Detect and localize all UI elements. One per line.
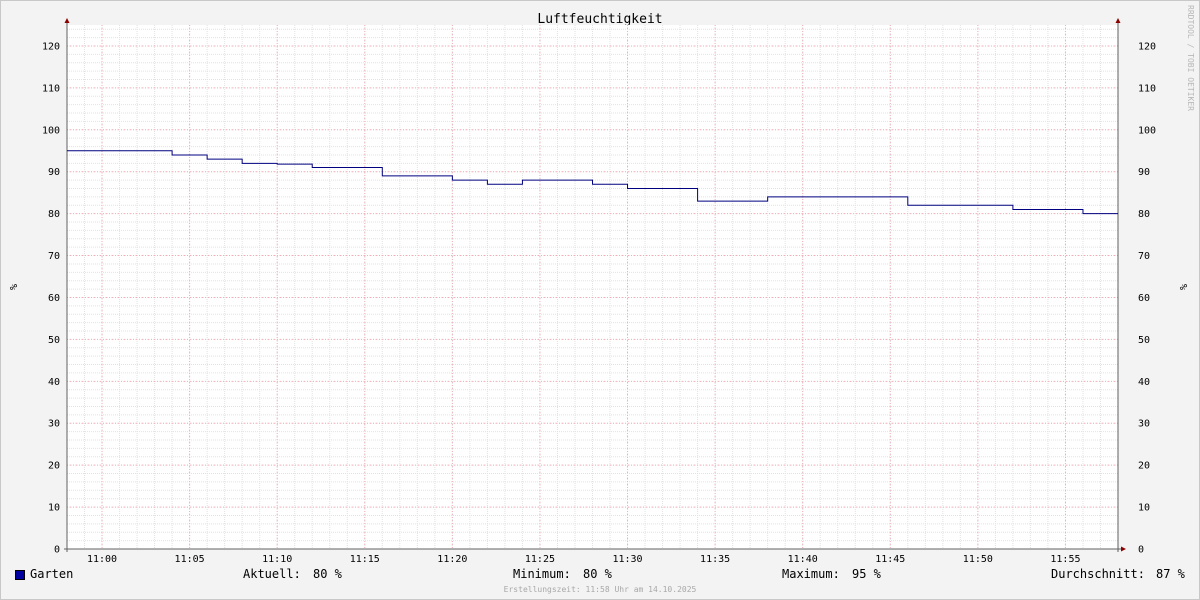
x-tick-label: 11:05 — [175, 554, 205, 565]
y-tick-label-right: 70 — [1138, 251, 1150, 262]
chart-title: Luftfeuchtigkeit — [537, 12, 662, 27]
rrdtool-watermark: RRDTOOL / TOBI OETIKER — [1186, 5, 1195, 111]
y-tick-label-right: 20 — [1138, 461, 1150, 472]
y-axis-arrow-right — [1115, 18, 1121, 23]
x-tick-label: 11:45 — [875, 554, 905, 565]
x-tick-label: 11:35 — [700, 554, 730, 565]
x-tick-label: 11:15 — [350, 554, 380, 565]
legend-min-label: Minimum: — [513, 567, 571, 581]
x-tick-label: 11:50 — [963, 554, 993, 565]
y-tick-label-right: 60 — [1138, 293, 1150, 304]
x-tick-label: 11:00 — [87, 554, 117, 565]
x-axis-arrow — [1121, 546, 1126, 552]
y-tick-label-left: 110 — [42, 83, 60, 94]
y-tick-label-right: 120 — [1138, 41, 1156, 52]
legend: Garten Aktuell: 80 % Minimum: 80 % Maxim… — [0, 567, 1200, 583]
y-tick-label-left: 60 — [48, 293, 60, 304]
y-tick-label-left: 120 — [42, 41, 60, 52]
y-tick-label-left: 80 — [48, 209, 60, 220]
x-tick-label: 11:25 — [525, 554, 555, 565]
y-tick-label-right: 40 — [1138, 377, 1150, 388]
legend-series-name: Garten — [30, 567, 74, 581]
y-tick-label-left: 20 — [48, 461, 60, 472]
y-tick-label-left: 40 — [48, 377, 60, 388]
y-tick-label-right: 110 — [1138, 83, 1156, 94]
y-tick-label-left: 10 — [48, 503, 60, 514]
y-tick-label-left: 70 — [48, 251, 60, 262]
y-tick-label-left: 50 — [48, 335, 60, 346]
x-tick-label: 11:40 — [788, 554, 818, 565]
legend-current-value: 80 % — [313, 567, 342, 581]
y-tick-label-left: 0 — [54, 545, 60, 556]
creation-time-footer: Erstellungszeit: 11:58 Uhr am 14.10.2025 — [503, 585, 697, 594]
y-tick-label-right: 30 — [1138, 419, 1150, 430]
y-axis-label-right: % — [1177, 284, 1188, 290]
x-tick-label: 11:20 — [437, 554, 467, 565]
y-tick-label-left: 90 — [48, 167, 60, 178]
legend-max-value: 95 % — [852, 567, 881, 581]
y-tick-label-right: 100 — [1138, 125, 1156, 136]
y-tick-label-right: 80 — [1138, 209, 1150, 220]
legend-min-value: 80 % — [583, 567, 612, 581]
y-tick-label-right: 50 — [1138, 335, 1150, 346]
humidity-chart: Luftfeuchtigkeit RRDTOOL / TOBI OETIKER … — [7, 5, 1195, 565]
y-tick-label-left: 30 — [48, 419, 60, 430]
x-tick-label: 11:30 — [612, 554, 642, 565]
legend-max-label: Maximum: — [782, 567, 840, 581]
legend-avg-value: 87 % — [1156, 567, 1185, 581]
x-tick-label: 11:55 — [1050, 554, 1080, 565]
y-tick-label-right: 0 — [1138, 545, 1144, 556]
legend-avg-label: Durchschnitt: — [1051, 567, 1145, 581]
y-tick-label-right: 10 — [1138, 503, 1150, 514]
y-axis-label-left: % — [7, 284, 18, 290]
y-axis-arrow-left — [64, 18, 70, 23]
legend-current-label: Aktuell: — [243, 567, 301, 581]
y-tick-label-right: 90 — [1138, 167, 1150, 178]
x-tick-label: 11:10 — [262, 554, 292, 565]
y-tick-label-left: 100 — [42, 125, 60, 136]
